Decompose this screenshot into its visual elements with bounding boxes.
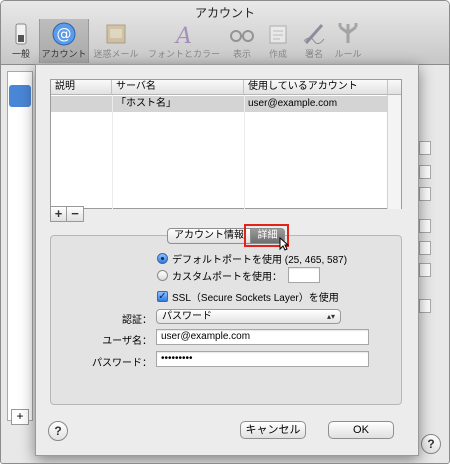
toolbar-signatures-label: 署名 xyxy=(304,49,323,59)
toolbar-general-label: 一般 xyxy=(11,49,30,59)
custom-port-label: カスタムポートを使用： xyxy=(172,271,282,283)
account-list-icon[interactable] xyxy=(9,85,31,107)
add-account-button[interactable]: + xyxy=(11,409,29,425)
toolbar-composing[interactable]: 作成 xyxy=(261,19,295,63)
custom-port-radio[interactable] xyxy=(157,269,168,281)
row-server-name: 「ホスト名」 xyxy=(116,98,176,109)
toolbar-general[interactable]: 一般 xyxy=(3,19,39,63)
toolbar-fonts-colors-label: フォントとカラー xyxy=(147,49,220,59)
row-description xyxy=(51,96,112,112)
toolbar-junk[interactable]: 迷惑メール xyxy=(91,19,141,63)
toolbar-accounts-label: アカウント xyxy=(41,49,87,59)
mail-preferences-window: アカウント 一般 @ アカウント 迷惑メール A フォントとカラー 表示 作成 … xyxy=(0,0,450,464)
table-row[interactable]: 「ホスト名」 user@example.com xyxy=(51,96,388,112)
username-field[interactable]: user@example.com xyxy=(156,329,369,345)
glasses-icon xyxy=(230,30,254,42)
ssl-checkbox[interactable]: ✓ xyxy=(157,290,168,302)
table-header: 説明 サーバ名 使用しているアカウント xyxy=(51,80,401,95)
ssl-option[interactable]: ✓ SSL（Secure Sockets Layer）を使用 xyxy=(157,289,339,304)
row-account: user@example.com xyxy=(248,98,338,109)
toolbar-accounts[interactable]: @ アカウント xyxy=(39,19,89,63)
column-header-account[interactable]: 使用しているアカウント xyxy=(244,80,388,95)
accounts-sidebar xyxy=(7,71,33,421)
toolbar-rules-label: ルール xyxy=(334,49,362,59)
background-field xyxy=(419,263,431,277)
toolbar-viewing-label: 表示 xyxy=(232,49,251,59)
help-button[interactable]: ? xyxy=(48,421,68,441)
custom-port-field[interactable] xyxy=(288,267,320,283)
toolbar-junk-label: 迷惑メール xyxy=(93,49,139,59)
junk-mail-icon xyxy=(106,24,126,44)
ok-button[interactable]: OK xyxy=(328,421,394,439)
compose-icon xyxy=(269,25,287,44)
username-label: ユーザ名： xyxy=(102,336,152,347)
switch-icon xyxy=(15,23,27,45)
ssl-label: SSL（Secure Sockets Layer）を使用 xyxy=(172,292,339,304)
mouse-cursor-icon xyxy=(279,237,289,251)
remove-server-button[interactable]: − xyxy=(67,206,84,222)
background-field xyxy=(419,241,431,255)
background-field xyxy=(419,187,431,201)
background-field xyxy=(419,299,431,313)
default-port-radio[interactable] xyxy=(157,252,168,264)
svg-text:A: A xyxy=(174,24,192,47)
custom-port-option[interactable]: カスタムポートを使用： xyxy=(157,267,320,283)
add-server-button[interactable]: + xyxy=(50,206,67,222)
cancel-button[interactable]: キャンセル xyxy=(240,421,306,439)
at-sign-icon: @ xyxy=(52,22,76,46)
popup-arrows-icon: ▴▾ xyxy=(326,312,335,321)
auth-label: 認証： xyxy=(122,315,152,326)
background-field xyxy=(419,165,431,179)
tab-account-info[interactable]: アカウント情報 xyxy=(167,228,251,244)
password-label: パスワード： xyxy=(92,358,152,369)
auth-popup[interactable]: パスワード ▴▾ xyxy=(156,309,341,324)
password-field[interactable]: ••••••••• xyxy=(156,351,369,367)
signature-pen-icon xyxy=(303,24,325,45)
column-divider xyxy=(244,95,245,209)
default-port-option[interactable]: デフォルトポートを使用 (25, 465, 587) xyxy=(157,251,348,266)
title-bar: アカウント 一般 @ アカウント 迷惑メール A フォントとカラー 表示 作成 … xyxy=(1,1,449,65)
auth-value: パスワード xyxy=(162,311,212,322)
smtp-server-table[interactable]: 説明 サーバ名 使用しているアカウント 「ホスト名」 user@example.… xyxy=(50,79,402,209)
column-header-server[interactable]: サーバ名 xyxy=(112,80,244,95)
column-divider xyxy=(112,95,113,209)
add-remove-controls: + − xyxy=(50,206,84,222)
toolbar-signatures[interactable]: 署名 xyxy=(297,19,331,63)
toolbar-composing-label: 作成 xyxy=(268,49,287,59)
toolbar-rules[interactable]: ルール xyxy=(331,19,365,63)
font-color-icon: A xyxy=(174,24,192,47)
background-field xyxy=(419,219,431,233)
preferences-toolbar: 一般 @ アカウント 迷惑メール A フォントとカラー 表示 作成 署名 ルール xyxy=(1,19,449,63)
smtp-server-list-sheet: 説明 サーバ名 使用しているアカウント 「ホスト名」 user@example.… xyxy=(35,64,419,456)
rules-icon xyxy=(338,23,358,43)
toolbar-fonts-colors[interactable]: A フォントとカラー xyxy=(145,19,223,63)
svg-text:@: @ xyxy=(57,25,72,43)
default-port-label: デフォルトポートを使用 (25, 465, 587) xyxy=(172,254,348,266)
toolbar-viewing[interactable]: 表示 xyxy=(225,19,259,63)
background-help-button[interactable]: ? xyxy=(421,434,441,454)
background-field xyxy=(419,141,431,155)
column-header-description[interactable]: 説明 xyxy=(51,80,112,95)
table-scrollbar[interactable] xyxy=(387,95,401,209)
